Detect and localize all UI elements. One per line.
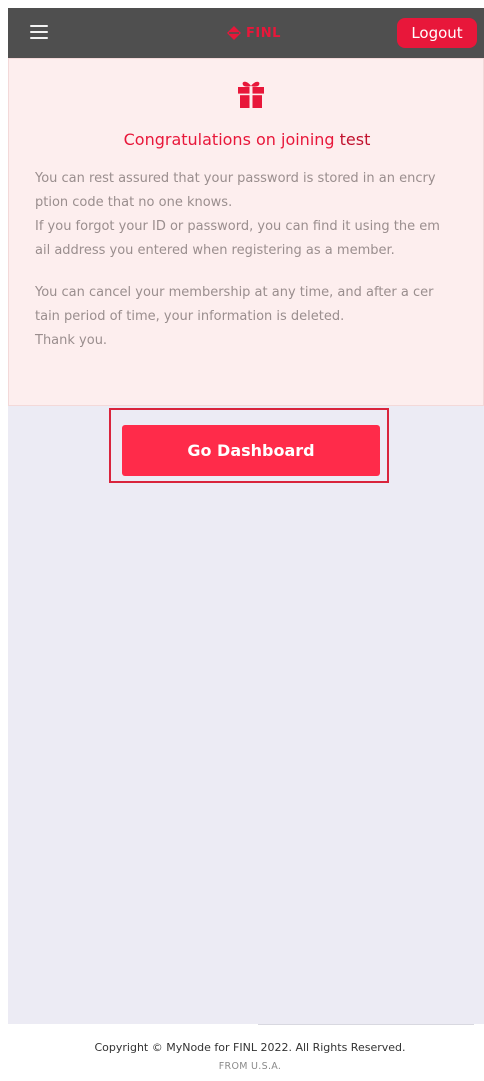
welcome-card: Congratulations on joining test You can … xyxy=(8,58,484,406)
top-bar: FINL Logout xyxy=(8,8,484,58)
password-info-paragraph: You can rest assured that your password … xyxy=(35,167,467,263)
copyright-text: Copyright © MyNode for FINL 2022. All Ri… xyxy=(94,1041,406,1054)
text-line: You can rest assured that your password … xyxy=(35,171,436,186)
membership-info-paragraph: You can cancel your membership at any ti… xyxy=(35,281,467,353)
go-dashboard-button[interactable]: Go Dashboard xyxy=(122,425,380,476)
gift-icon xyxy=(238,81,264,108)
logout-button[interactable]: Logout xyxy=(397,18,477,48)
brand-logo[interactable]: FINL xyxy=(226,22,281,44)
origin-text: FROM U.S.A. xyxy=(218,1061,282,1072)
text-line: ail address you entered when registering… xyxy=(35,243,395,258)
text-line: Thank you. xyxy=(35,333,108,348)
text-line: If you forgot your ID or password, you c… xyxy=(35,219,440,234)
footer-divider xyxy=(258,1024,474,1025)
username: test xyxy=(339,130,371,149)
text-line: tain period of time, your information is… xyxy=(35,309,345,324)
diamond-logo-icon xyxy=(227,26,241,40)
welcome-title: Congratulations on joining test xyxy=(9,130,484,149)
text-line: ption code that no one knows. xyxy=(35,195,233,210)
hamburger-menu-icon[interactable] xyxy=(30,25,48,41)
main-area xyxy=(8,406,484,1024)
brand-name: FINL xyxy=(246,25,281,41)
text-line: You can cancel your membership at any ti… xyxy=(35,285,434,300)
title-prefix: Congratulations on joining xyxy=(123,130,340,149)
